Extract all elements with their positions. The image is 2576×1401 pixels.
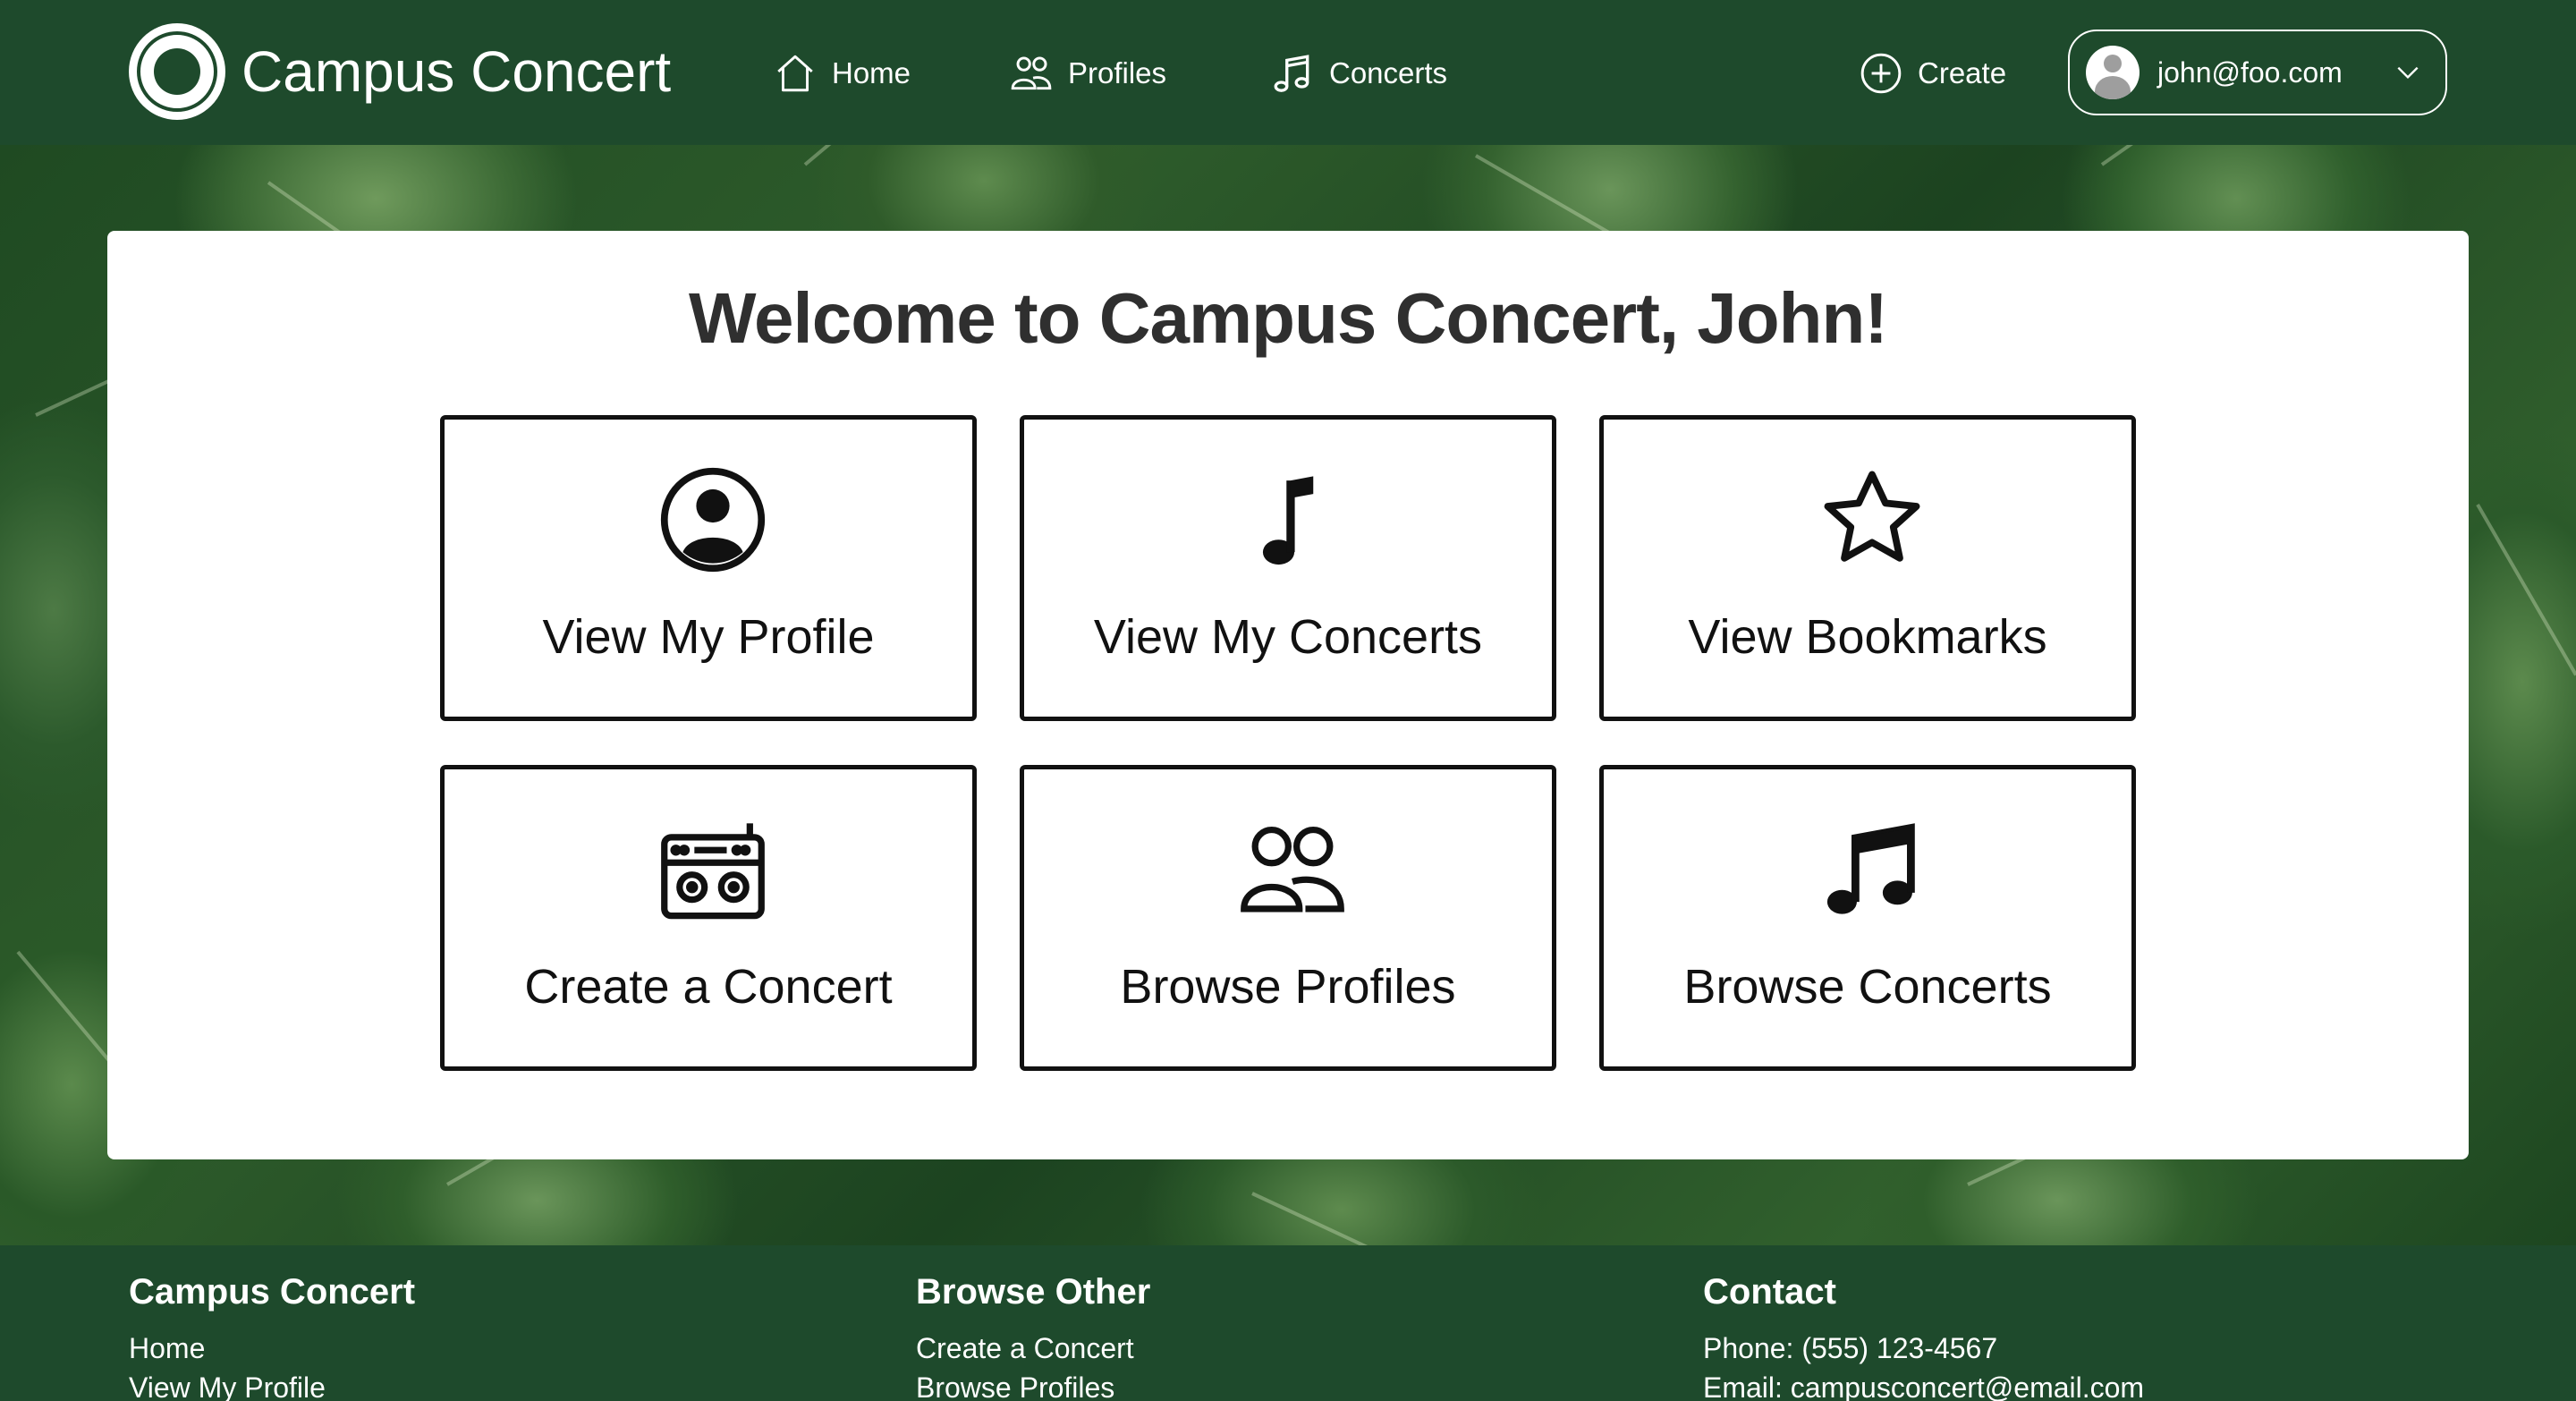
footer-column-contact: Contact Phone: (555) 123-4567 Email: cam… (1703, 1272, 2144, 1401)
tile-label: View Bookmarks (1688, 610, 2047, 664)
tile-label: Browse Concerts (1683, 960, 2052, 1014)
boombox-icon (661, 823, 765, 920)
tile-label: View My Concerts (1093, 610, 1483, 664)
tile-label: View My Profile (542, 610, 875, 664)
user-email: john@foo.com (2157, 55, 2343, 89)
nav-concerts-link[interactable]: Concerts (1270, 48, 1447, 98)
footer-link-browse-profiles[interactable]: Browse Profiles (916, 1368, 1150, 1401)
user-dropdown[interactable]: john@foo.com (2068, 30, 2447, 115)
tile-label: Create a Concert (524, 960, 893, 1014)
tile-label: Browse Profiles (1120, 960, 1456, 1014)
person-circle-icon (660, 467, 766, 573)
university-seal-logo (129, 23, 225, 120)
view-bookmarks-tile[interactable]: View Bookmarks (1599, 415, 2136, 721)
create-button[interactable]: Create (1859, 48, 2006, 98)
welcome-card: Welcome to Campus Concert, John! View My… (107, 231, 2469, 1159)
footer-link-home[interactable]: Home (129, 1329, 415, 1368)
chevron-down-icon (2397, 66, 2419, 80)
create-a-concert-tile[interactable]: Create a Concert (440, 765, 977, 1071)
star-icon (1824, 471, 1920, 562)
brand-link[interactable]: Campus Concert (129, 23, 671, 120)
nav-profiles-link[interactable]: Profiles (1009, 48, 1166, 98)
footer-email-link[interactable]: Email: campusconcert@email.com (1703, 1368, 2144, 1401)
nav-profiles-label: Profiles (1068, 56, 1167, 89)
nav-home-link[interactable]: Home (773, 48, 911, 98)
page-title: Welcome to Campus Concert, John! (688, 278, 1888, 358)
brand-name: Campus Concert (242, 39, 672, 104)
footer-link-create-a-concert[interactable]: Create a Concert (916, 1329, 1150, 1368)
footer-phone: Phone: (555) 123-4567 (1703, 1332, 1998, 1364)
view-my-profile-tile[interactable]: View My Profile (440, 415, 977, 721)
music-note-beamed-icon (1826, 823, 1915, 914)
hero-section: Welcome to Campus Concert, John! View My… (0, 145, 2576, 1245)
footer-column-browse-other: Browse Other Create a Concert Browse Pro… (916, 1272, 1150, 1401)
create-label: Create (1918, 56, 2007, 89)
house-icon (777, 55, 813, 92)
nav-home-label: Home (832, 56, 911, 89)
view-my-concerts-tile[interactable]: View My Concerts (1020, 415, 1556, 721)
footer-heading: Contact (1703, 1272, 1836, 1312)
footer-heading: Campus Concert (129, 1272, 416, 1312)
navbar: Campus Concert Home Profiles Concerts Cr… (0, 0, 2576, 145)
music-note-icon (1262, 476, 1314, 565)
browse-profiles-tile[interactable]: Browse Profiles (1020, 765, 1556, 1071)
footer-column-campus-concert: Campus Concert Home View My Profile (129, 1272, 415, 1401)
footer: Campus Concert Home View My Profile Brow… (0, 1245, 2576, 1401)
music-note-beamed-icon (1274, 55, 1309, 92)
browse-concerts-tile[interactable]: Browse Concerts (1599, 765, 2136, 1071)
plus-circle-icon (1860, 53, 1902, 94)
people-icon (1241, 826, 1344, 913)
footer-heading: Browse Other (916, 1272, 1151, 1312)
people-icon (1011, 56, 1052, 90)
footer-link-view-my-profile[interactable]: View My Profile (129, 1368, 415, 1401)
avatar-icon (2086, 46, 2140, 99)
nav-concerts-label: Concerts (1329, 56, 1448, 89)
